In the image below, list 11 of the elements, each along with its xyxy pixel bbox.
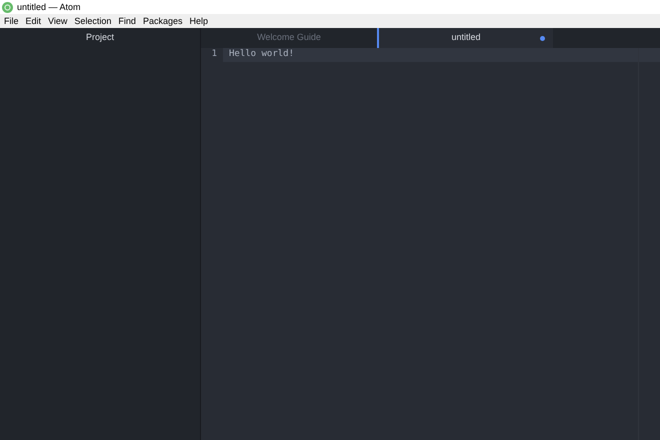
menu-item[interactable]: Edit [26, 16, 42, 26]
menu-item[interactable]: Help [189, 16, 208, 26]
menu-item[interactable]: Packages [142, 16, 182, 26]
menu-item[interactable]: File [4, 16, 19, 26]
window-title: untitled — Atom [17, 2, 81, 12]
menu-item[interactable]: View [48, 16, 68, 26]
tab[interactable]: untitled [377, 28, 553, 48]
menu-item[interactable]: Selection [74, 16, 112, 26]
panel-title[interactable]: Project [86, 31, 114, 45]
line-number: 1 [210, 48, 218, 62]
menu-item[interactable]: Find [118, 16, 136, 26]
